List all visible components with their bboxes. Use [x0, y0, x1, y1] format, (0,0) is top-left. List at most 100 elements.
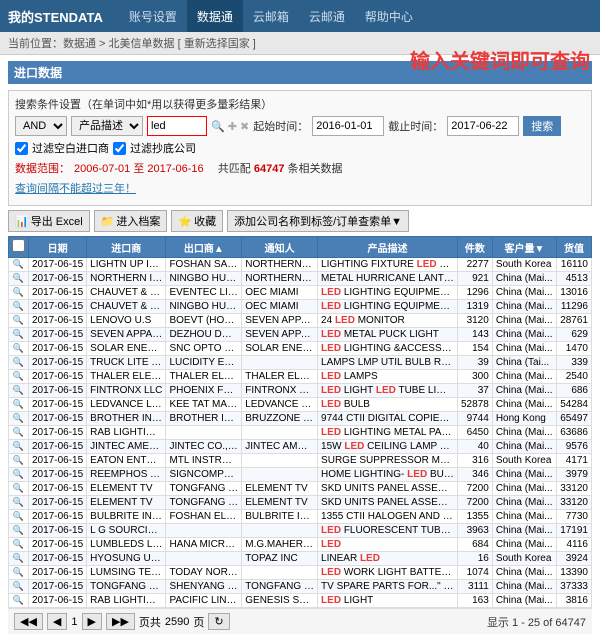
- row-icon[interactable]: 🔍: [13, 441, 24, 451]
- row-icon[interactable]: 🔍: [13, 385, 24, 395]
- first-page-button[interactable]: ◀◀: [14, 613, 43, 630]
- nav-mail[interactable]: 云邮箱: [243, 0, 299, 32]
- collect-button[interactable]: ⭐ 收藏: [171, 210, 223, 232]
- col-country[interactable]: 客户量▼: [492, 237, 556, 258]
- nav-data[interactable]: 数据通: [187, 0, 243, 32]
- row-icon[interactable]: 🔍: [13, 427, 24, 437]
- row-icon[interactable]: 🔍: [13, 581, 24, 591]
- row-icon[interactable]: 🔍: [13, 455, 24, 465]
- select-all-checkbox[interactable]: [12, 239, 25, 252]
- row-exporter[interactable]: KEE TAT MANUF...: [166, 398, 242, 412]
- row-exporter[interactable]: MTL INSTRUMEN...: [166, 454, 242, 468]
- row-exporter[interactable]: PACIFIC LINK IN...: [166, 594, 242, 608]
- prev-page-button[interactable]: ◀: [47, 613, 67, 630]
- row-exporter[interactable]: TONGFANG GLO...: [166, 482, 242, 496]
- row-icon[interactable]: 🔍: [13, 483, 24, 493]
- filter-bottom-company[interactable]: [113, 142, 126, 155]
- filter-empty-importer[interactable]: [15, 142, 28, 155]
- nav-account[interactable]: 账号设置: [119, 0, 187, 32]
- row-exporter[interactable]: SHENYANG TON...: [166, 580, 242, 594]
- row-importer[interactable]: SEVEN APPAREL: [87, 328, 166, 342]
- row-exporter[interactable]: TONGFANG GLO...: [166, 496, 242, 510]
- row-icon[interactable]: 🔍: [13, 567, 24, 577]
- start-date-input[interactable]: [312, 116, 384, 136]
- row-exporter[interactable]: [166, 426, 242, 440]
- end-date-input[interactable]: [447, 116, 519, 136]
- row-icon[interactable]: 🔍: [13, 413, 24, 423]
- row-exporter[interactable]: BOEVT (HONG K...: [166, 314, 242, 328]
- row-icon[interactable]: 🔍: [13, 595, 24, 605]
- row-exporter[interactable]: [166, 524, 242, 538]
- next-page-button[interactable]: ▶: [82, 613, 102, 630]
- row-importer[interactable]: JINTEC AMERICA...: [87, 440, 166, 454]
- keyword-input[interactable]: [147, 116, 207, 136]
- row-importer[interactable]: HYOSUNG USA I...: [87, 552, 166, 566]
- nav-help[interactable]: 帮助中心: [355, 0, 423, 32]
- last-page-button[interactable]: ▶▶: [106, 613, 135, 630]
- row-importer[interactable]: RAB LIGHTING I...: [87, 594, 166, 608]
- row-exporter[interactable]: FOSHAN SANSH...: [166, 258, 242, 272]
- row-importer[interactable]: NORTHERN INTE...: [87, 272, 166, 286]
- row-exporter[interactable]: EVENTEC LIMITED: [166, 286, 242, 300]
- row-importer[interactable]: TRUCK LITE COM...: [87, 356, 166, 370]
- row-icon[interactable]: 🔍: [13, 259, 24, 269]
- row-importer[interactable]: ELEMENT TV: [87, 482, 166, 496]
- row-importer[interactable]: LUMSING TECHN...: [87, 566, 166, 580]
- tip-text[interactable]: 查询间隔不能超过三年！: [15, 180, 136, 196]
- row-importer[interactable]: CHAUVET & SON...: [87, 300, 166, 314]
- row-exporter[interactable]: THALER ELECTRIC: [166, 370, 242, 384]
- row-exporter[interactable]: NINGBO HUAMA...: [166, 300, 242, 314]
- row-exporter[interactable]: NINGBO HUAMA...: [166, 272, 242, 286]
- import-analysis-button[interactable]: 📁 进入档案: [94, 210, 168, 232]
- row-importer[interactable]: L G SOURCING I...: [87, 524, 166, 538]
- row-exporter[interactable]: TODAY NORTH L...: [166, 566, 242, 580]
- row-importer[interactable]: EATON ENTERPR...: [87, 454, 166, 468]
- row-importer[interactable]: LUMBLEDS LLC: [87, 538, 166, 552]
- row-exporter[interactable]: JINTEC CO., LTD.: [166, 440, 242, 454]
- row-importer[interactable]: CHAUVET & SON...: [87, 286, 166, 300]
- row-importer[interactable]: REEMPHOS TECH...: [87, 468, 166, 482]
- row-importer[interactable]: BULBRITE INDUS...: [87, 510, 166, 524]
- col-importer[interactable]: 进口商: [87, 237, 166, 258]
- row-importer[interactable]: ELEMENT TV: [87, 496, 166, 510]
- row-icon[interactable]: 🔍: [13, 525, 24, 535]
- row-icon[interactable]: 🔍: [13, 287, 24, 297]
- row-importer[interactable]: LIGHTN UP INC.: [87, 258, 166, 272]
- row-icon[interactable]: 🔍: [13, 343, 24, 353]
- row-exporter[interactable]: BROTHER INDUS...: [166, 412, 242, 426]
- row-icon[interactable]: 🔍: [13, 371, 24, 381]
- field-select[interactable]: 产品描述进口商出口商: [71, 116, 143, 136]
- row-icon[interactable]: 🔍: [13, 357, 24, 367]
- row-exporter[interactable]: SIGNCOMPLEXLTD: [166, 468, 242, 482]
- row-icon[interactable]: 🔍: [13, 273, 24, 283]
- row-icon[interactable]: 🔍: [13, 469, 24, 479]
- row-icon[interactable]: 🔍: [13, 497, 24, 507]
- row-icon[interactable]: 🔍: [13, 511, 24, 521]
- row-exporter[interactable]: DEZHOU DODO ...: [166, 328, 242, 342]
- export-excel-button[interactable]: 📊 导出 Excel: [8, 210, 90, 232]
- row-importer[interactable]: LEDVANCE LLC: [87, 398, 166, 412]
- row-exporter[interactable]: HANA MICROELE...: [166, 538, 242, 552]
- search-button[interactable]: 搜索: [523, 116, 561, 136]
- row-exporter[interactable]: SNC OPTO ELEC...: [166, 342, 242, 356]
- row-icon[interactable]: 🔍: [13, 315, 24, 325]
- row-icon[interactable]: 🔍: [13, 399, 24, 409]
- row-icon[interactable]: 🔍: [13, 539, 24, 549]
- row-importer[interactable]: BROTHER INTER...: [87, 412, 166, 426]
- row-exporter[interactable]: FOSHAN ELECTR...: [166, 510, 242, 524]
- row-importer[interactable]: SOLAR ENERGY ...: [87, 342, 166, 356]
- row-icon[interactable]: 🔍: [13, 329, 24, 339]
- row-importer[interactable]: TONGFANG GLO...: [87, 580, 166, 594]
- row-importer[interactable]: THALER ELECTRIC: [87, 370, 166, 384]
- row-icon[interactable]: 🔍: [13, 553, 24, 563]
- add-label-button[interactable]: 添加公司名称到标签/订单查索单▼: [227, 210, 409, 232]
- refresh-button[interactable]: ↻: [208, 613, 229, 630]
- row-exporter[interactable]: [166, 552, 242, 566]
- row-exporter[interactable]: PHOENIX FOREIG...: [166, 384, 242, 398]
- row-icon[interactable]: 🔍: [13, 301, 24, 311]
- logic-select[interactable]: ANDOR: [15, 116, 67, 136]
- row-importer[interactable]: LENOVO U.S: [87, 314, 166, 328]
- col-exporter[interactable]: 出口商▲: [166, 237, 242, 258]
- row-importer[interactable]: RAB LIGHTING INC: [87, 426, 166, 440]
- row-exporter[interactable]: LUCIDITY ENTER...: [166, 356, 242, 370]
